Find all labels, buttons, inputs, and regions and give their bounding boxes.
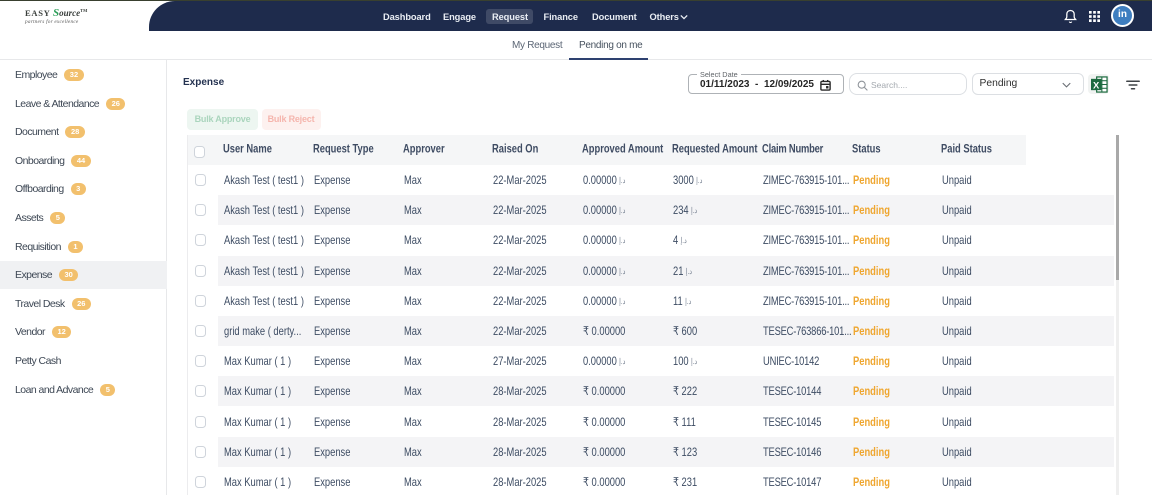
svg-text:X: X [1093, 80, 1100, 91]
